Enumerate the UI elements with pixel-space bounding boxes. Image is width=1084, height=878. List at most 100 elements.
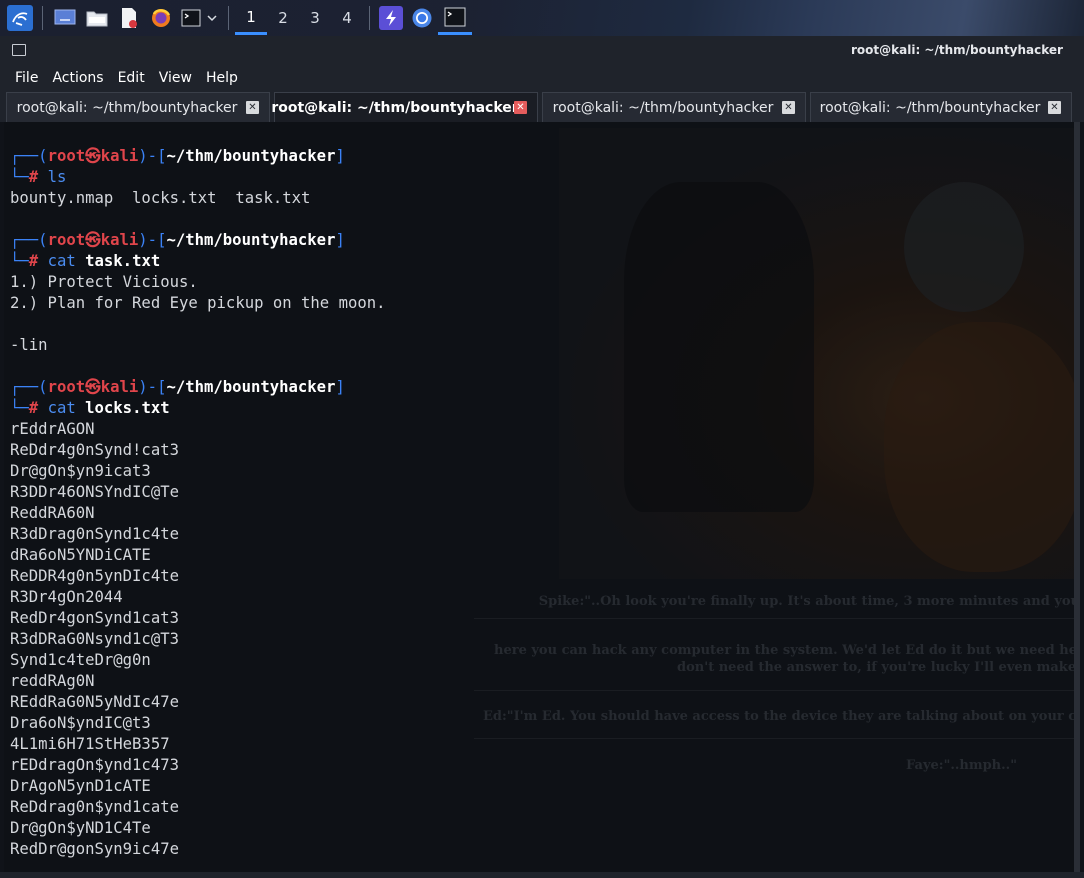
prompt-host: kali <box>100 147 139 165</box>
prompt-hash: # <box>28 252 39 270</box>
prompt-bracket: ┌──( <box>10 147 48 165</box>
output-line: DrAgoN5ynD1cATE <box>10 777 151 795</box>
close-icon[interactable]: ✕ <box>1048 101 1061 114</box>
menu-edit[interactable]: Edit <box>111 70 152 86</box>
terminal-launcher-icon[interactable] <box>180 5 202 31</box>
prompt-line: ┌──(root㉿kali)-[~/thm/bountyhacker] <box>10 377 386 398</box>
taskbar-wallpaper <box>474 0 1084 36</box>
terminal-output: ┌──(root㉿kali)-[~/thm/bountyhacker] └─# l… <box>10 146 386 860</box>
prompt-corner: └─ <box>10 168 29 186</box>
menu-view[interactable]: View <box>152 70 199 86</box>
prompt-at-symbol: ㉿ <box>85 231 101 249</box>
menubar: File Actions Edit View Help <box>0 66 1084 90</box>
output-line: R3dDrag0nSynd1c4te <box>10 525 179 543</box>
prompt-bracket: ] <box>335 147 345 165</box>
command-line: └─# ls <box>10 167 386 188</box>
output-line: RedDr@gonSyn9ic47e <box>10 840 179 858</box>
command-line: └─# cat locks.txt <box>10 398 386 419</box>
prompt-hash: # <box>28 399 39 417</box>
tab-label: root@kali: ~/thm/bountyhacker <box>819 99 1041 116</box>
tab-3[interactable]: root@kali: ~/thm/bountyhacker ✕ <box>542 92 806 122</box>
taskbar: 1 2 3 4 <box>0 0 1084 36</box>
output-line: ReDDR4g0n5ynDIc4te <box>10 567 179 585</box>
chromium-icon[interactable] <box>409 5 435 31</box>
output-line: R3dDRaG0Nsynd1c@T3 <box>10 630 179 648</box>
tab-bar: root@kali: ~/thm/bountyhacker ✕ root@kal… <box>0 90 1084 122</box>
tab-1[interactable]: root@kali: ~/thm/bountyhacker ✕ <box>6 92 270 122</box>
terminal-view[interactable]: Spike:"..Oh look you're finally up. It's… <box>4 122 1080 872</box>
prompt-at-symbol: ㉿ <box>85 378 101 396</box>
terminal-scrollbar[interactable] <box>1074 122 1080 872</box>
output-line: Dr@gOn$yn9icat3 <box>10 462 151 480</box>
workspace-2[interactable]: 2 <box>267 1 299 35</box>
window-titlebar[interactable]: root@kali: ~/thm/bountyhacker <box>0 36 1084 66</box>
chevron-down-icon[interactable] <box>205 5 219 31</box>
output-line: bounty.nmap locks.txt task.txt <box>10 189 311 207</box>
menu-file[interactable]: File <box>8 70 45 86</box>
taskbar-terminal-window[interactable] <box>438 1 472 35</box>
burp-suite-icon[interactable] <box>379 6 403 30</box>
background-story-line: Faye:"..hmph.." <box>906 758 1017 773</box>
output-line: R3Dr4gOn2044 <box>10 588 123 606</box>
prompt-bracket: ┌──( <box>10 231 48 249</box>
text-editor-icon[interactable] <box>116 5 142 31</box>
output-line: dRa6oN5YNDiCATE <box>10 546 151 564</box>
show-desktop-icon[interactable] <box>52 5 78 31</box>
command-name: cat <box>47 399 76 417</box>
command-line: └─# cat task.txt <box>10 251 386 272</box>
workspace-1[interactable]: 1 <box>235 1 267 35</box>
workspace-3[interactable]: 3 <box>299 1 331 35</box>
scrollbar-thumb[interactable] <box>1074 122 1080 872</box>
prompt-host: kali <box>100 231 139 249</box>
prompt-bracket: )-[ <box>138 147 167 165</box>
prompt-user: root <box>47 378 86 396</box>
command-argument: task.txt <box>85 252 161 270</box>
window-title: root@kali: ~/thm/bountyhacker <box>851 43 1063 57</box>
workspace-4[interactable]: 4 <box>331 1 363 35</box>
output-line: rEDdragOn$ynd1c473 <box>10 756 179 774</box>
prompt-host: kali <box>100 378 139 396</box>
tab-label: root@kali: ~/thm/bountyhacker <box>271 99 519 116</box>
prompt-bracket: )-[ <box>138 231 167 249</box>
tab-2[interactable]: root@kali: ~/thm/bountyhacker ✕ <box>271 92 538 122</box>
tab-label: root@kali: ~/thm/bountyhacker <box>16 99 238 116</box>
taskbar-separator <box>42 6 43 30</box>
output-line: ReDdrag0n$ynd1cate <box>10 798 179 816</box>
kali-menu-icon[interactable] <box>7 5 33 31</box>
output-line: Dra6oN$yndIC@t3 <box>10 714 151 732</box>
menu-actions[interactable]: Actions <box>45 70 110 86</box>
tab-4[interactable]: root@kali: ~/thm/bountyhacker ✕ <box>810 92 1072 122</box>
output-line: Synd1c4teDr@g0n <box>10 651 151 669</box>
prompt-line: ┌──(root㉿kali)-[~/thm/bountyhacker] <box>10 230 386 251</box>
output-line: ReddRA60N <box>10 504 95 522</box>
prompt-path: ~/thm/bountyhacker <box>166 378 336 396</box>
close-icon[interactable]: ✕ <box>246 101 259 114</box>
background-figure <box>624 182 814 512</box>
menu-help[interactable]: Help <box>199 70 245 86</box>
prompt-bracket: ] <box>335 231 345 249</box>
prompt-bracket: ] <box>335 378 345 396</box>
firefox-icon[interactable] <box>148 5 174 31</box>
background-divider <box>474 690 1080 691</box>
taskbar-separator <box>369 6 370 30</box>
terminal-window-icon <box>12 44 26 56</box>
output-line: -lin <box>10 336 48 354</box>
output-line: REddRaG0N5yNdIc47e <box>10 693 179 711</box>
prompt-path: ~/thm/bountyhacker <box>166 147 336 165</box>
command-argument: locks.txt <box>85 399 170 417</box>
output-line: 1.) Protect Vicious. <box>10 273 198 291</box>
prompt-hash: # <box>28 168 39 186</box>
background-story-line: don't need the answer to, if you're luck… <box>677 660 1080 675</box>
close-icon[interactable]: ✕ <box>782 101 795 114</box>
background-story-line: here you can hack any computer in the sy… <box>494 643 1080 658</box>
file-manager-icon[interactable] <box>84 5 110 31</box>
background-divider <box>474 618 1080 619</box>
prompt-path: ~/thm/bountyhacker <box>166 231 336 249</box>
output-line: 4L1mi6H71StHeB357 <box>10 735 170 753</box>
close-icon[interactable]: ✕ <box>514 101 527 114</box>
window-bottom-border <box>0 872 1084 878</box>
background-figure <box>904 182 1024 312</box>
